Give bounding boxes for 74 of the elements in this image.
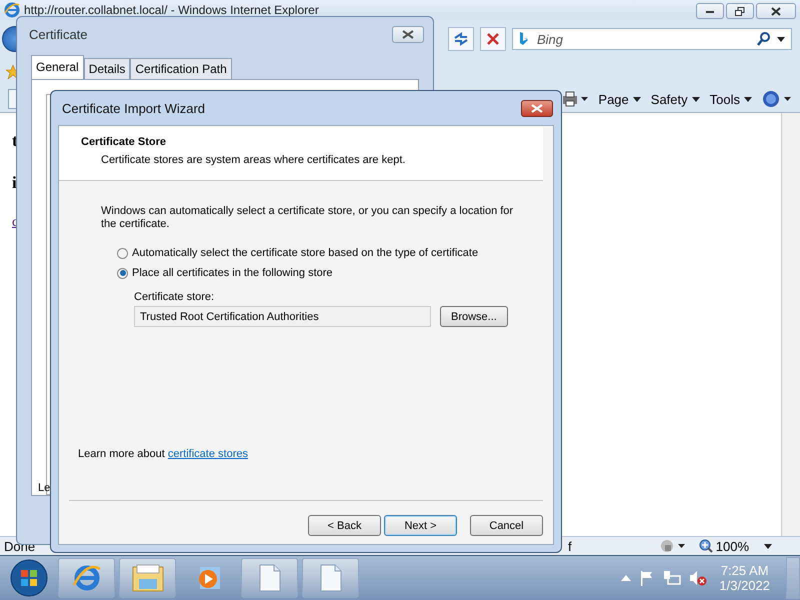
- section-heading: Certificate Store: [81, 136, 167, 148]
- dialog-title: Certificate: [29, 26, 88, 42]
- field-label: Certificate store:: [134, 291, 216, 303]
- option-label[interactable]: Automatically select the certificate store based on the type of certificate: [132, 247, 478, 259]
- store-field[interactable]: Trusted Root Certification Authorities: [134, 306, 431, 327]
- show-hidden-icons-button[interactable]: [621, 575, 632, 581]
- zoom-icon: [698, 539, 713, 553]
- radio-button[interactable]: [117, 268, 128, 278]
- document-icon: [258, 564, 280, 592]
- search-box[interactable]: Bing: [512, 28, 792, 50]
- wizard-button[interactable]: < Back: [308, 515, 381, 536]
- command-menu[interactable]: Page: [598, 92, 641, 106]
- browser-logo-icon: [4, 2, 20, 18]
- command-menu[interactable]: Tools: [710, 92, 752, 106]
- tab[interactable]: Certification Path: [130, 58, 232, 79]
- section-description: Certificate stores are system areas where certificates are kept.: [100, 154, 406, 166]
- close-button[interactable]: [756, 3, 796, 19]
- radio-button[interactable]: [117, 248, 128, 258]
- document-icon: [320, 564, 342, 592]
- restore-button[interactable]: [726, 3, 754, 19]
- muted-speaker-icon: [689, 570, 708, 586]
- network-icon: [663, 570, 682, 586]
- restore-icon: [735, 6, 745, 16]
- network-button[interactable]: [663, 570, 682, 586]
- caret-icon: [744, 96, 752, 102]
- taskbar-button[interactable]: [302, 558, 359, 598]
- refresh-icon: [453, 32, 469, 46]
- refresh-button[interactable]: [448, 27, 474, 51]
- wizard-button[interactable]: Next >: [384, 515, 457, 536]
- zoom-button[interactable]: 100%: [698, 538, 772, 554]
- browser-logo-icon: [72, 563, 102, 593]
- search-field[interactable]: Bing: [535, 30, 717, 48]
- caret-icon: [764, 544, 772, 548]
- caret-icon: [632, 96, 641, 102]
- window-title: http://router.collabnet.local/ - Windows Internet Explorer: [24, 3, 320, 17]
- panel-text: Le: [38, 482, 50, 494]
- stop-button[interactable]: [480, 27, 506, 51]
- help-icon: [762, 90, 792, 108]
- dropdown-icon: [777, 36, 785, 42]
- command-menu[interactable]: Safety: [650, 92, 700, 106]
- taskbar-button[interactable]: [241, 558, 298, 598]
- minimize-button[interactable]: [696, 3, 724, 19]
- close-icon: [402, 30, 414, 38]
- start-orb-icon: [10, 559, 48, 597]
- instruction-text: Windows can automatically select a certificate store, or you can specify a location for the certificate.: [101, 205, 514, 231]
- status-text: f: [568, 538, 572, 554]
- stop-icon: [487, 33, 499, 45]
- close-icon: [771, 6, 781, 16]
- dialog-title: Certificate Import Wizard: [62, 100, 206, 116]
- close-icon: [531, 104, 543, 112]
- search-logo-icon: [519, 32, 529, 46]
- taskbar-button[interactable]: [58, 558, 115, 598]
- tab[interactable]: Details: [84, 58, 130, 79]
- caret-icon: [692, 96, 700, 102]
- close-button[interactable]: [392, 26, 424, 42]
- volume-button[interactable]: [689, 570, 708, 586]
- folder-icon: [130, 563, 164, 593]
- print-button[interactable]: [562, 91, 588, 107]
- browse-button[interactable]: Browse...: [440, 306, 508, 327]
- wizard-button[interactable]: Cancel: [470, 515, 543, 536]
- minimize-icon: [705, 8, 715, 14]
- help-text: Learn more about certificate stores: [77, 448, 249, 462]
- help-link[interactable]: certificate stores: [168, 448, 248, 460]
- up-arrow-icon: [621, 575, 632, 581]
- option-label[interactable]: Place all certificates in the following store: [132, 267, 333, 279]
- tab[interactable]: General: [31, 55, 84, 79]
- search-icon: [757, 32, 771, 46]
- help-button[interactable]: [762, 90, 792, 108]
- taskbar-button[interactable]: [119, 558, 176, 598]
- close-button[interactable]: [521, 100, 553, 116]
- security-icon[interactable]: [660, 539, 686, 553]
- page-heading: i: [12, 173, 17, 193]
- printer-icon: [562, 91, 588, 107]
- scrollbar[interactable]: [781, 113, 800, 536]
